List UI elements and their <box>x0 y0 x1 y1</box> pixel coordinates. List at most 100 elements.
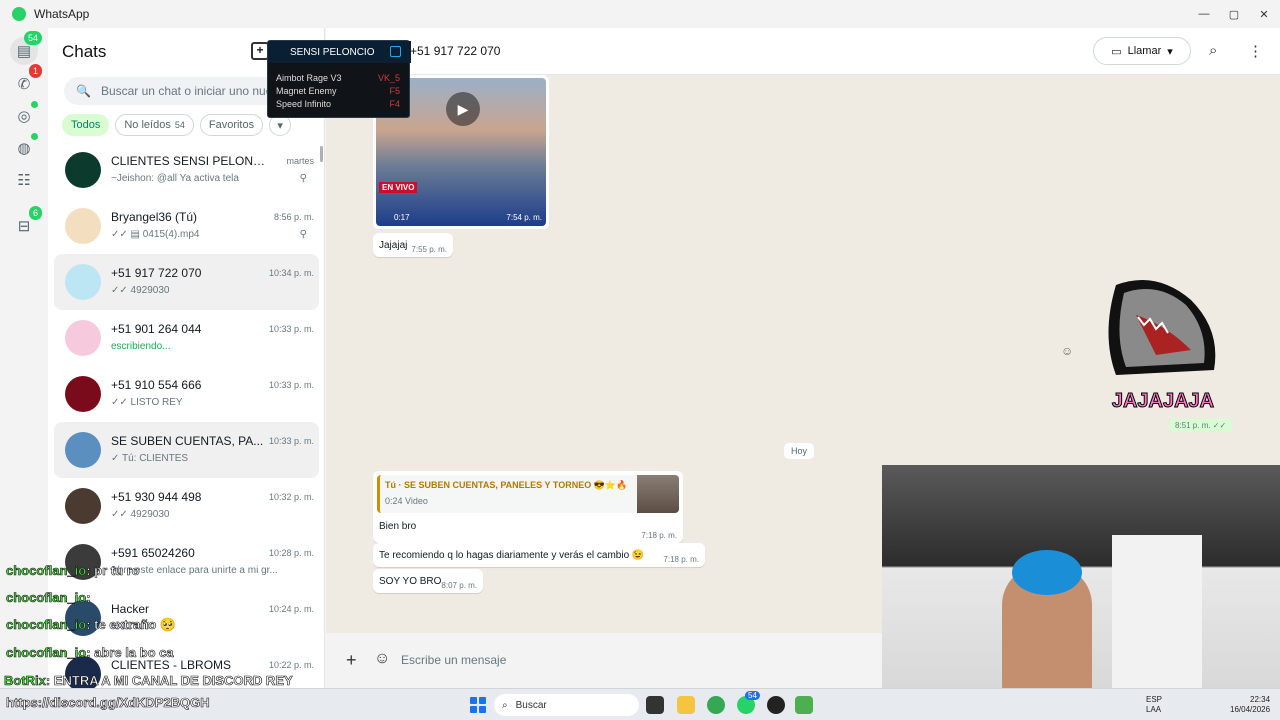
stream-chat-line: chocoflan_io: te extraño 🥺 <box>6 617 177 633</box>
chat-row[interactable]: +51 917 722 070 10:34 p. m. ✓✓ 4929030 <box>54 254 319 310</box>
filter-favorites[interactable]: Favoritos <box>199 114 264 136</box>
filter-chips: Todos No leídos 54 Favoritos ▾ <box>62 114 292 136</box>
clock-date: 16/04/2026 <box>1230 705 1271 714</box>
lang-secondary: LAA <box>1146 705 1162 714</box>
message-time: 8:07 p. m. <box>441 581 477 590</box>
nav-rail: ▤ 54 ✆ 1 ◎ ◍ ☷ ⊟ 6 <box>0 28 48 688</box>
chats-unread-badge: 54 <box>23 31 42 45</box>
cheat-item-label[interactable]: Magnet Enemy <box>276 86 337 96</box>
taskbar-search-label: Buscar <box>515 699 547 711</box>
chat-header: +51 917 722 070 ▭ Llamar ▾ ⌕ ⋮ <box>326 28 1280 75</box>
avatar <box>65 488 101 524</box>
chat-preview: ✓ Tú: CLIENTES <box>111 453 189 464</box>
calls-nav-icon[interactable]: ✆ 1 <box>10 64 42 98</box>
chat-row[interactable]: +51 910 554 666 10:33 p. m. ✓✓ LISTO REY <box>54 366 319 422</box>
communities-nav-icon[interactable]: ☷ <box>10 166 38 194</box>
clock-time: 22:34 <box>1250 695 1271 704</box>
cheat-item-label[interactable]: Aimbot Rage V3 <box>276 73 342 83</box>
chats-nav-icon[interactable]: ▤ 54 <box>10 31 42 65</box>
stream-chat-user: chocoflan_io <box>6 645 87 661</box>
message-text: SOY YO BRO <box>379 576 442 587</box>
chat-time: 10:33 p. m. <box>268 324 314 334</box>
bot-message: BotRix: ENTRA A MI CANAL DE DISCORD REY <box>4 673 293 689</box>
chat-list-scrollbar[interactable] <box>320 146 323 162</box>
message-text: Jajajaj <box>379 240 408 251</box>
chat-name: SE SUBEN CUENTAS, PA... <box>111 434 264 448</box>
cheat-item-label[interactable]: Speed Infinito <box>276 99 331 109</box>
filter-favorites-label: Favoritos <box>208 119 255 131</box>
cheat-toggle[interactable] <box>390 46 401 57</box>
menu-kebab-icon[interactable]: ⋮ <box>1248 42 1263 60</box>
search-icon: 🔍 <box>76 84 91 98</box>
contact-name[interactable]: +51 917 722 070 <box>410 44 500 58</box>
avatar <box>65 320 101 356</box>
chat-row[interactable]: +591 65024260 10:28 p. m. Abre este enlace… <box>54 534 319 590</box>
chat-time: 10:33 p. m. <box>268 380 314 390</box>
chat-name: Bryangel36 (Tú) <box>111 210 198 224</box>
app-icon[interactable] <box>795 696 813 714</box>
sticker-text: JAJAJAJA <box>1111 390 1215 413</box>
minimize-button[interactable]: — <box>1188 0 1220 28</box>
chat-time: 10:34 p. m. <box>268 268 314 278</box>
message-text: Bien bro <box>379 521 417 532</box>
emoji-react-icon[interactable]: ☺ <box>1061 344 1073 358</box>
obs-icon[interactable] <box>767 696 785 714</box>
chat-time: 10:28 p. m. <box>268 548 314 558</box>
message-bubble: Jajajaj 7:55 p. m. <box>373 233 453 257</box>
day-separator: Hoy <box>784 443 815 459</box>
call-button[interactable]: ▭ Llamar ▾ <box>1093 37 1191 65</box>
explorer-icon[interactable] <box>677 696 695 714</box>
chrome-icon[interactable] <box>707 696 725 714</box>
message-input[interactable]: Escribe un mensaje <box>401 653 506 667</box>
search-chat-icon[interactable]: ⌕ <box>1209 42 1217 59</box>
cheat-item-key: F5 <box>389 86 400 96</box>
status-dot <box>31 101 38 108</box>
chat-preview: escribiendo... <box>111 341 171 352</box>
chat-time: 10:22 p. m. <box>268 660 314 670</box>
filter-all[interactable]: Todos <box>62 114 110 136</box>
play-icon[interactable]: ▶ <box>446 92 480 126</box>
close-button[interactable]: ✕ <box>1248 0 1280 28</box>
chat-name: Hacker <box>111 602 150 616</box>
cheat-item-key: F4 <box>389 99 400 109</box>
chats-title: Chats <box>62 42 107 61</box>
archived-nav-icon[interactable]: ⊟ 6 <box>10 206 42 240</box>
message-text: Te recomiendo q lo hagas diariamente y v… <box>379 550 645 561</box>
status-nav-icon[interactable]: ◎ <box>10 101 38 130</box>
chat-row[interactable]: CLIENTES SENSI PELONCIO ... martes ~Jeisho… <box>54 142 319 198</box>
avatar <box>65 264 101 300</box>
stream-chat-msg: : abre la bo ca <box>86 645 174 661</box>
chat-name: +591 65024260 <box>111 546 195 560</box>
sticker-message[interactable]: JAJAJAJA <box>1096 275 1230 413</box>
chat-preview: ~Jeishon: @all Ya activa tela <box>111 173 239 184</box>
clock[interactable]: 22:34 16/04/2026 <box>1230 695 1270 715</box>
search-icon: ⌕ <box>502 699 508 711</box>
message-bubble: SOY YO BRO 8:07 p. m. <box>373 569 483 593</box>
streamer-hair <box>1012 550 1082 595</box>
avatar <box>65 432 101 468</box>
filter-unread-count: 54 <box>174 120 185 130</box>
quoted-message[interactable]: Tú · SE SUBEN CUENTAS, PANELES Y TORNEO … <box>377 475 679 513</box>
mannequin-shirt <box>1112 535 1202 689</box>
filter-unread-label: No leídos <box>124 119 171 131</box>
taskbar-search[interactable]: ⌕ Buscar <box>494 694 639 716</box>
taskview-icon[interactable] <box>646 696 664 714</box>
filter-unread[interactable]: No leídos 54 <box>115 114 194 136</box>
maximize-button[interactable]: ▢ <box>1218 0 1250 28</box>
chat-row[interactable]: SE SUBEN CUENTAS, PA... 10:33 p. m. ✓ Tú: … <box>54 422 319 478</box>
start-icon[interactable] <box>470 697 486 713</box>
channels-nav-icon[interactable]: ◍ <box>10 133 38 162</box>
avatar <box>65 208 101 244</box>
chat-row[interactable]: +51 930 944 498 10:32 p. m. ✓✓ 4929030 <box>54 478 319 534</box>
chat-preview: ✓✓ LISTO REY <box>111 397 183 408</box>
chat-preview: ✓✓ ▤ 0415(4).mp4 <box>111 229 200 240</box>
sticker-icon[interactable]: ☺ <box>374 650 390 668</box>
attach-plus-icon[interactable]: + <box>346 650 357 671</box>
stream-chat-user: chocoflan_io <box>6 617 87 633</box>
chat-row[interactable]: +51 901 264 044 10:33 p. m. escribiendo... <box>54 310 319 366</box>
quoted-title: Tú · SE SUBEN CUENTAS, PANELES Y TORNEO … <box>385 480 628 490</box>
chat-name: +51 917 722 070 <box>111 266 202 280</box>
language-indicator[interactable]: ESP LAA <box>1146 695 1162 715</box>
chat-row[interactable]: Bryangel36 (Tú) 8:56 p. m. ✓✓ ▤ 0415(4).mp… <box>54 198 319 254</box>
filter-all-label: Todos <box>71 119 101 131</box>
